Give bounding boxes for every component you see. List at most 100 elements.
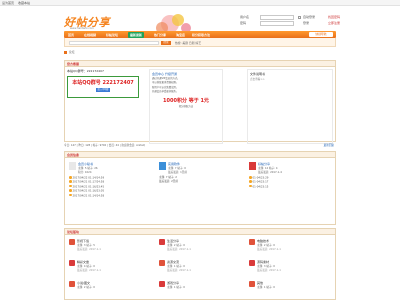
forum-last-post: 最后发表: 2017-1-1 [167,248,191,251]
section-meta-2: 最后发表: 1天前 [168,171,187,174]
register-link[interactable]: 立即注册 [328,21,340,25]
auto-login-checkbox[interactable] [298,16,301,19]
member-info-title: 会员信息 [65,152,335,158]
hot-search-text: 热搜: 美剧 日剧 综艺 [175,40,201,45]
forum-icon [69,281,75,287]
main-nav: 首页 在线视频 好帖论坛 最新更新 热门分享 淘宝店 积分获取方法 快捷导航 [64,31,336,38]
member-column-2: 实用软件 主题: 7 帖子: 0 最后发表: 1天前 主题: 7 帖子: 2 最… [157,160,245,224]
qq-group-title: 本站QQ群号：222172407 [67,69,104,73]
qq-group-box: 本站QQ群号：222172407 本站QQ群号 222172407 加入QQ群 [67,69,147,141]
find-password-link[interactable]: 找回密码 [328,15,340,19]
section-list: 01-04/23:29 01-04/23:17 01-04/23:15 [249,176,333,189]
forum-item[interactable]: 电脑技术 主题: 2 帖子: 0 最后发表: 2017-1-1 [247,238,335,258]
forum-last-post: 最后发表: 2017-1-1 [167,269,191,272]
site-logo-url: www.haotiefx.com [70,27,94,30]
password-label: 密码 [240,21,247,25]
forum-last-post: 最后发表: 2017-1-1 [257,248,281,251]
official-panel: 官方客服 本站QQ群号：222172407 本站QQ群号 222172407 加… [64,60,336,144]
manual-box-link[interactable]: 点击查看>> [250,77,330,81]
official-panel-title: 官方客服 [65,61,335,67]
section-list: 主题: 7 帖子: 2 最后发表: 2天前 [159,176,243,184]
nav-item-latest[interactable]: 最新更新 [128,31,145,38]
search-input[interactable] [69,40,159,45]
vip-box-title[interactable]: 会员中心 升级开通 [152,72,220,76]
qq-group-card: 本站QQ群号 222172407 加入QQ群 [67,76,139,98]
member-meta-2: 积分: 1024 [78,171,92,174]
nav-item-home[interactable]: 首页 [68,33,74,37]
list-item[interactable]: 01-04/23:15 [249,184,333,189]
bullet-icon [69,180,72,183]
bookmark-link[interactable]: 收藏本站 [18,1,30,5]
username-input[interactable] [260,15,294,20]
nav-item-shop[interactable]: 淘宝店 [176,33,185,37]
software-icon[interactable] [159,162,166,170]
vip-line-2: 可以获取更多资源权限。 [152,81,179,85]
forum-meta: 主题: 2 帖子: 0 [77,286,95,289]
nav-item-points[interactable]: 积分获取方法 [192,33,210,37]
list-item: 最后发表: 2天前 [159,180,178,184]
forum-icon [159,239,165,245]
home-icon[interactable] [64,50,67,54]
points-promo: 1000积分 等于 1元 [163,97,209,104]
forum-stats-bar: 今日: 147 | 昨日: 128 | 帖子: 9702 | 会员: 44 | … [64,143,336,149]
auto-login-label: 自动登录 [303,15,316,19]
forum-last-post: 最后发表: 2017-1-1 [77,269,101,272]
forum-icon [69,260,75,266]
set-homepage-link[interactable]: 设为首页 [2,1,14,5]
forum-item[interactable]: 资源交流 主题: 1 帖子: 0 最后发表: 2017-1-1 [157,259,245,279]
forum-sections-title: 论坛版块 [65,229,335,235]
forum-item[interactable]: 其他 主题: 1 帖子: 0 [247,280,335,300]
join-qq-group-button[interactable]: 加入QQ群 [96,88,110,92]
manual-box-title[interactable]: 文件说明书 [250,72,330,76]
forum-sections-panel: 论坛版块 影视下载 主题: 3 帖子: 5 最后发表: 2017-1-1 生活分… [64,228,336,300]
bullet-icon [69,184,72,188]
bullet-icon [69,176,72,179]
bullet-icon [249,184,252,188]
forum-meta: 主题: 1 帖子: 0 [167,286,185,289]
member-activity-list: 2017/04/22 01:14/14:59 2017/04/21 01:17/… [69,176,153,198]
vip-line-1: 通过开通VIP会员的方式， [152,77,180,80]
forum-icon [69,239,75,245]
breadcrumb: 论坛 [64,50,75,54]
share-icon[interactable] [249,162,256,170]
forum-item[interactable]: 小说/图文 主题: 2 帖子: 0 [67,280,155,300]
forum-item[interactable]: 生活分享 主题: 2 帖子: 0 最后发表: 2017-1-1 [157,238,245,258]
member-column-1: 会员小秘书 主题: 5 帖子: 26 积分: 1024 2017/04/22 0… [67,160,155,224]
bullet-icon [69,193,72,197]
manual-box: 文件说明书 点击查看>> [247,69,333,144]
password-input[interactable] [260,21,294,26]
section-meta-2: 最后发表: 2017-1-4 [258,171,282,174]
forum-item[interactable]: 精彩文章 主题: 4 帖子: 0 最后发表: 2017-1-1 [67,259,155,279]
nav-item-hot[interactable]: 热门分享 [154,33,166,37]
latest-replies-link[interactable]: 最新回复 [324,143,334,147]
bullet-icon [249,180,252,183]
site-header: 好帖分享 www.haotiefx.com 用户名 自动登录 找回密码 密码 登… [0,6,400,34]
forum-last-post: 最后发表: 2017-1-1 [77,248,101,251]
forum-icon [159,260,165,266]
forum-icon [159,281,165,287]
vip-box: 会员中心 升级开通 通过开通VIP会员的方式， 可以获取更多资源权限。 新用户可… [149,69,223,144]
nav-item-video[interactable]: 在线视频 [84,33,96,37]
avatar[interactable] [69,162,76,170]
forum-item[interactable]: 游戏分享 主题: 1 帖子: 0 [157,280,245,300]
breadcrumb-forum[interactable]: 论坛 [69,50,75,54]
member-info-panel: 会员信息 会员小秘书 主题: 5 帖子: 26 积分: 1024 2017/04… [64,151,336,225]
forum-last-post: 最后发表: 2017-1-1 [257,269,281,272]
points-method-link[interactable]: 积分获取方法 [152,105,220,108]
forum-item[interactable]: 源码素材 主题: 3 帖子: 0 最后发表: 2017-1-1 [247,259,335,279]
login-button[interactable]: 登录 [303,21,309,25]
forum-stats-text: 今日: 147 | 昨日: 128 | 帖子: 9702 | 会员: 44 | … [64,144,145,147]
search-button[interactable]: 搜索 [161,40,171,45]
search-bar: 搜索 热搜: 美剧 日剧 综艺 [64,38,336,47]
forum-meta: 主题: 1 帖子: 0 [257,286,275,289]
quick-nav-button[interactable]: 快捷导航 [309,32,333,37]
bullet-icon [69,189,72,192]
nav-item-forum[interactable]: 好帖论坛 [106,33,118,37]
vip-line-3: 新用户可以先免费试用， [152,85,179,89]
forum-item[interactable]: 影视下载 主题: 3 帖子: 5 最后发表: 2017-1-1 [67,238,155,258]
qq-group-number: 本站QQ群号 222172407 [72,80,134,86]
member-column-3: 好帖分享 主题: 12 帖子: 4 最后发表: 2017-1-4 01-04/2… [247,160,335,224]
forum-icon [249,281,255,287]
list-item[interactable]: 2017/04/21 01:14/14:58 [69,193,153,198]
vip-line-4: 开通会员享受更多服务。 [152,90,179,94]
